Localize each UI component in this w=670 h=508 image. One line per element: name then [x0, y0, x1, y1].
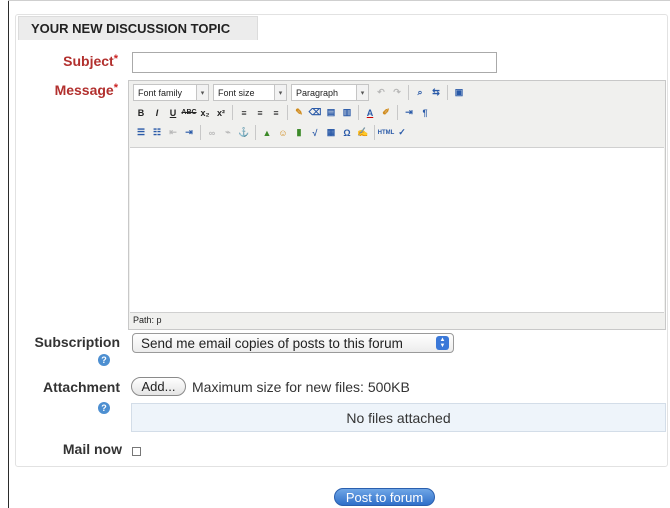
required-star: *	[113, 82, 118, 94]
mail-now-checkbox[interactable]	[132, 447, 141, 456]
format-select[interactable]: Paragraph ▾	[291, 84, 369, 101]
fullscreen-icon[interactable]: ▣	[452, 85, 466, 100]
form-legend: YOUR NEW DISCUSSION TOPIC	[18, 16, 258, 40]
paste-text-icon[interactable]: ▤	[324, 105, 338, 120]
message-editor: Font family ▾ Font size ▾ Paragraph ▾ ↶ ↷ ⌕…	[128, 80, 666, 330]
numbered-list-icon[interactable]: ☷	[150, 125, 164, 140]
editor-path: Path: p	[133, 315, 162, 325]
message-text-area[interactable]	[130, 147, 664, 313]
toolbar-separator	[232, 105, 233, 120]
edit-source-icon[interactable]: ✍	[356, 125, 370, 140]
link-icon[interactable]: ∞	[205, 125, 219, 140]
undo-icon[interactable]: ↶	[374, 85, 388, 100]
paste-word-icon[interactable]: ▥	[340, 105, 354, 120]
toolbar-separator	[200, 125, 201, 140]
post-to-forum-button[interactable]: Post to forum	[334, 488, 435, 506]
message-label-text: Message	[54, 82, 114, 98]
anchor-icon[interactable]: ⚓	[237, 125, 251, 140]
italic-icon[interactable]: I	[150, 105, 164, 120]
subscription-select[interactable]: Send me email copies of posts to this fo…	[132, 333, 454, 353]
editor-toolbar-row-2: B I U ABC x₂ x² ≡ ≡ ≡ ✎ ⌫ ▤ ▥ A ✐ ⇥ ¶	[133, 103, 433, 122]
attachment-label: Attachment	[42, 379, 120, 395]
chevron-down-icon: ▾	[356, 85, 368, 100]
font-size-select[interactable]: Font size ▾	[213, 84, 287, 101]
eraser-icon[interactable]: ⌫	[308, 105, 322, 120]
highlight-color-icon[interactable]: ✐	[379, 105, 393, 120]
underline-icon[interactable]: U	[166, 105, 180, 120]
file-drop-area[interactable]: No files attached	[131, 403, 666, 432]
align-right-icon[interactable]: ≡	[269, 105, 283, 120]
redo-icon[interactable]: ↷	[390, 85, 404, 100]
text-color-icon[interactable]: A	[363, 105, 377, 120]
subject-label: Subject*	[40, 53, 118, 69]
equation-icon[interactable]: √	[308, 125, 322, 140]
subscript-icon[interactable]: x₂	[198, 105, 212, 120]
mail-now-label: Mail now	[62, 441, 122, 457]
clean-up-icon[interactable]: ✎	[292, 105, 306, 120]
required-star: *	[113, 53, 118, 65]
editor-toolbar-row-1: Font family ▾ Font size ▾ Paragraph ▾ ↶ ↷ ⌕…	[133, 83, 467, 102]
max-file-size: Maximum size for new files: 500KB	[192, 379, 410, 395]
html-icon[interactable]: HTML	[378, 125, 395, 140]
replace-icon[interactable]: ⇆	[429, 85, 443, 100]
unlink-icon[interactable]: ⌁	[221, 125, 235, 140]
select-arrows-icon: ▲ ▼	[436, 336, 449, 350]
search-icon[interactable]: ⌕	[413, 85, 427, 100]
help-icon[interactable]: ?	[98, 402, 110, 414]
toolbar-separator	[397, 105, 398, 120]
toolbar-separator	[447, 85, 448, 100]
superscript-icon[interactable]: x²	[214, 105, 228, 120]
outdent-icon[interactable]: ⇤	[166, 125, 180, 140]
editor-toolbar-row-3: ☰ ☷ ⇤ ⇥ ∞ ⌁ ⚓ ▲ ☺ ▮ √ ▦ Ω ✍ HTML ✓	[133, 123, 410, 142]
media-icon[interactable]: ▮	[292, 125, 306, 140]
bullet-list-icon[interactable]: ☰	[134, 125, 148, 140]
toolbar-separator	[374, 125, 375, 140]
font-family-select[interactable]: Font family ▾	[133, 84, 209, 101]
message-label: Message*	[40, 82, 118, 98]
align-left-icon[interactable]: ≡	[237, 105, 251, 120]
bold-icon[interactable]: B	[134, 105, 148, 120]
template-icon[interactable]: ▦	[324, 125, 338, 140]
rtl-icon[interactable]: ¶	[418, 105, 432, 120]
subscription-selected-value: Send me email copies of posts to this fo…	[141, 335, 403, 351]
ltr-icon[interactable]: ⇥	[402, 105, 416, 120]
chevron-down-icon: ▾	[274, 85, 286, 100]
subject-label-text: Subject	[63, 53, 114, 69]
spellcheck-icon[interactable]: ✓	[395, 125, 409, 140]
page-left-border	[8, 0, 9, 508]
font-family-value: Font family	[138, 87, 183, 98]
font-size-value: Font size	[218, 87, 255, 98]
subject-input[interactable]	[132, 52, 497, 73]
toolbar-separator	[287, 105, 288, 120]
format-value: Paragraph	[296, 87, 339, 98]
files-status: No files attached	[346, 409, 451, 426]
special-char-icon[interactable]: Ω	[340, 125, 354, 140]
image-icon[interactable]: ▲	[260, 125, 274, 140]
add-file-button[interactable]: Add...	[131, 377, 186, 396]
strikethrough-icon[interactable]: ABC	[181, 105, 196, 120]
page-top-border	[8, 0, 670, 1]
emoticon-icon[interactable]: ☺	[276, 125, 290, 140]
subscription-label: Subscription	[34, 334, 120, 350]
chevron-down-icon: ▾	[196, 85, 208, 100]
align-center-icon[interactable]: ≡	[253, 105, 267, 120]
indent-icon[interactable]: ⇥	[182, 125, 196, 140]
toolbar-separator	[408, 85, 409, 100]
help-icon[interactable]: ?	[98, 354, 110, 366]
toolbar-separator	[358, 105, 359, 120]
toolbar-separator	[255, 125, 256, 140]
